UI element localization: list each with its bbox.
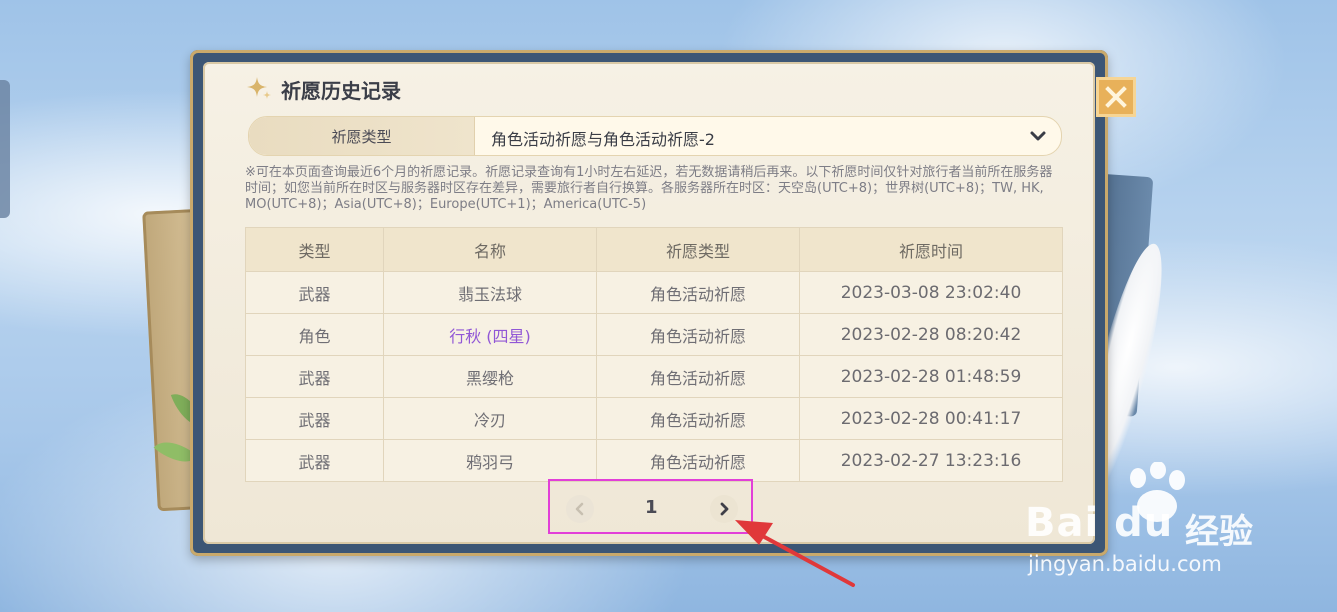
pagination: 1 xyxy=(548,479,753,534)
cell-wish-type: 角色活动祈愿 xyxy=(596,397,800,440)
cell-time: 2023-02-28 00:41:17 xyxy=(799,397,1063,440)
cell-type: 武器 xyxy=(245,439,384,482)
table-row: 武器 黑缨枪 角色活动祈愿 2023-02-28 01:48:59 xyxy=(245,355,1063,398)
next-page-button[interactable] xyxy=(710,495,738,523)
cell-name-four-star: 行秋 (四星) xyxy=(383,313,597,356)
page-title: 祈愿历史记录 xyxy=(281,78,401,103)
cell-name: 鸦羽弓 xyxy=(383,439,597,482)
close-icon xyxy=(1105,86,1127,108)
cell-time: 2023-02-28 08:20:42 xyxy=(799,313,1063,356)
current-page-number: 1 xyxy=(645,497,658,518)
cell-wish-type: 角色活动祈愿 xyxy=(596,313,800,356)
sparkle-icon xyxy=(245,75,273,103)
cell-name: 翡玉法球 xyxy=(383,271,597,314)
cell-wish-type: 角色活动祈愿 xyxy=(596,271,800,314)
header-type: 类型 xyxy=(245,227,384,272)
cell-name: 黑缨枪 xyxy=(383,355,597,398)
cell-type: 武器 xyxy=(245,397,384,440)
cell-wish-type: 角色活动祈愿 xyxy=(596,355,800,398)
wish-type-label: 祈愿类型 xyxy=(331,127,392,146)
header-name: 名称 xyxy=(383,227,597,272)
cell-type: 武器 xyxy=(245,355,384,398)
wish-type-label-box: 祈愿类型 xyxy=(249,117,475,155)
watermark-cn: 经验 xyxy=(1185,512,1253,552)
chevron-down-icon[interactable] xyxy=(1027,125,1049,147)
watermark-url: jingyan.baidu.com xyxy=(1028,552,1222,576)
watermark-brand: Bai du xyxy=(1025,500,1174,546)
cell-time: 2023-03-08 23:02:40 xyxy=(799,271,1063,314)
table-header-row: 类型 名称 祈愿类型 祈愿时间 xyxy=(245,227,1063,272)
cell-time: 2023-02-28 01:48:59 xyxy=(799,355,1063,398)
cell-time: 2023-02-27 13:23:16 xyxy=(799,439,1063,482)
notice-text: ※可在本页面查询最近6个月的祈愿记录。祈愿记录查询有1小时左右延迟，若无数据请稍… xyxy=(245,165,1053,212)
header-wish-type: 祈愿类型 xyxy=(596,227,800,272)
chevron-right-icon xyxy=(720,502,729,516)
table-row: 武器 冷刃 角色活动祈愿 2023-02-28 00:41:17 xyxy=(245,397,1063,440)
baidu-watermark: Bai du 经验 jingyan.baidu.com xyxy=(1025,462,1325,592)
table-row: 武器 鸦羽弓 角色活动祈愿 2023-02-27 13:23:16 xyxy=(245,439,1063,482)
wish-type-value: 角色活动祈愿与角色活动祈愿-2 xyxy=(491,130,715,149)
chevron-left-icon xyxy=(575,502,584,516)
cell-type: 武器 xyxy=(245,271,384,314)
prev-page-button[interactable] xyxy=(566,495,594,523)
cell-name: 冷刃 xyxy=(383,397,597,440)
wish-type-select[interactable]: 祈愿类型 角色活动祈愿与角色活动祈愿-2 xyxy=(248,116,1062,156)
cell-type: 角色 xyxy=(245,313,384,356)
table-row: 武器 翡玉法球 角色活动祈愿 2023-03-08 23:02:40 xyxy=(245,271,1063,314)
cell-wish-type: 角色活动祈愿 xyxy=(596,439,800,482)
title-row: 祈愿历史记录 xyxy=(245,74,401,104)
close-button[interactable] xyxy=(1096,77,1136,117)
wish-history-table: 类型 名称 祈愿类型 祈愿时间 武器 翡玉法球 角色活动祈愿 2023-03-0… xyxy=(245,227,1063,482)
arrow-annotation xyxy=(735,520,855,587)
table-row: 角色 行秋 (四星) 角色活动祈愿 2023-02-28 08:20:42 xyxy=(245,313,1063,356)
header-wish-time: 祈愿时间 xyxy=(799,227,1063,272)
side-edge-handle[interactable] xyxy=(0,80,10,218)
